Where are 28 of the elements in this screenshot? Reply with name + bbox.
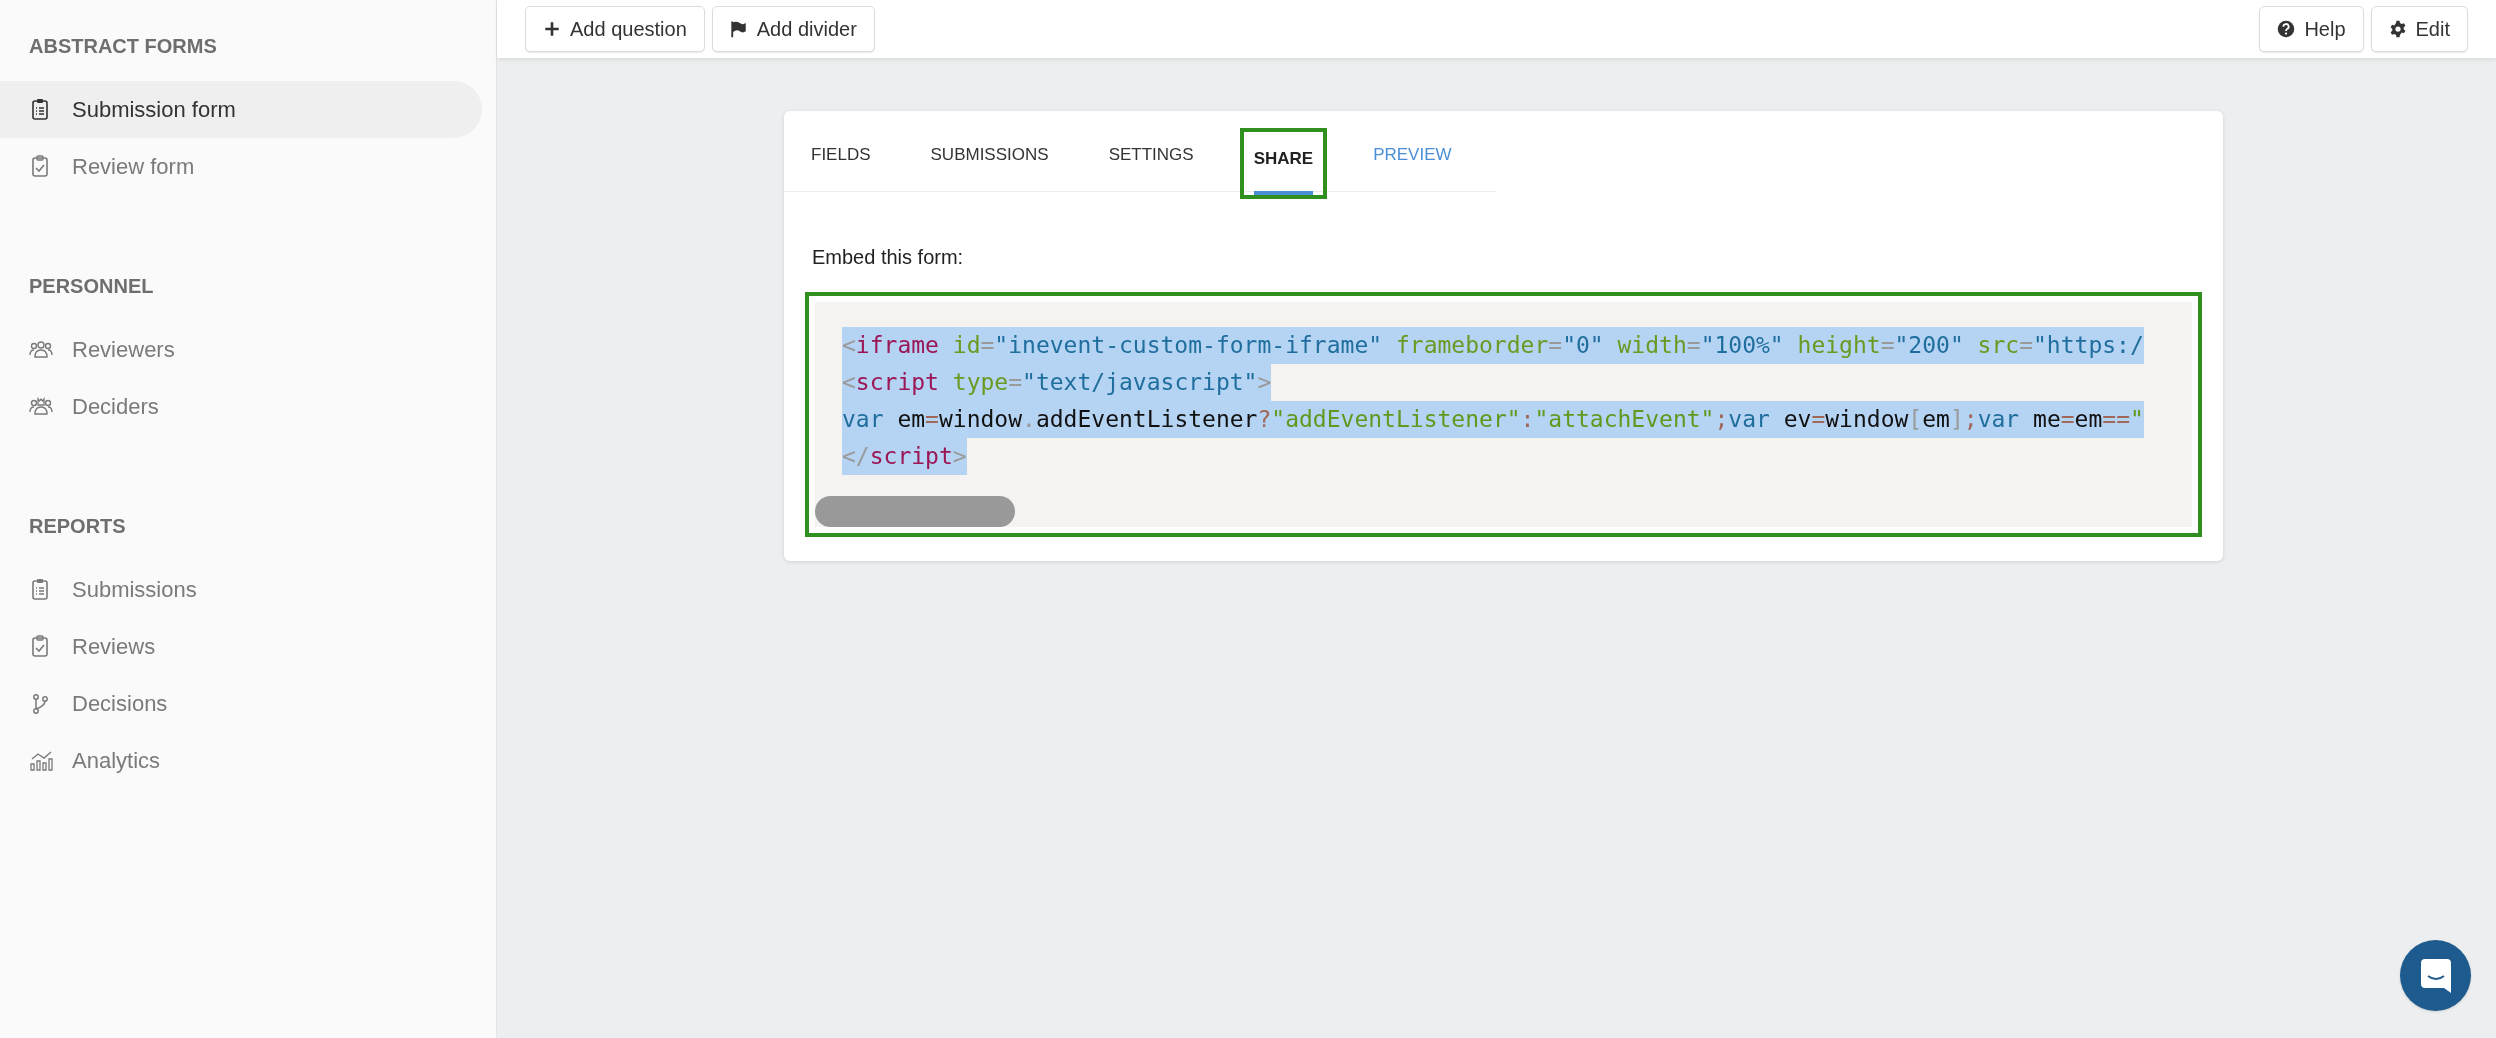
sidebar-item[interactable]: Reviewers [0, 321, 482, 378]
code-block[interactable] [815, 302, 2192, 527]
sidebar-item[interactable]: Decisions [0, 675, 482, 732]
help-icon [2277, 20, 2296, 38]
plus-icon [543, 20, 561, 38]
embed-label: Embed this form: [812, 245, 965, 270]
tab[interactable]: SUBMISSIONS [930, 141, 1049, 191]
tab[interactable]: FIELDS [811, 141, 871, 191]
sidebar-item[interactable]: Submissions [0, 561, 482, 618]
chat-bubble-icon [2420, 958, 2451, 993]
scrollbar-thumb[interactable] [815, 496, 1015, 527]
toolbar-button[interactable]: Add question [525, 6, 705, 52]
chat-button[interactable] [2400, 940, 2471, 1011]
toolbar-button[interactable]: Help [2259, 6, 2364, 52]
section-heading: REPORTS [28, 514, 127, 539]
sidebar-item[interactable]: Reviews [0, 618, 482, 675]
sidebar-item[interactable]: Submission form [0, 81, 482, 138]
tab[interactable]: SETTINGS [1108, 141, 1194, 191]
flag-icon [729, 20, 748, 38]
settings-icon [2388, 20, 2407, 38]
toolbar-button[interactable]: Edit [2370, 6, 2468, 52]
sidebar-item[interactable]: Review form [0, 138, 482, 195]
toolbar-button[interactable]: Add divider [711, 6, 875, 52]
bar-chart-icon [29, 748, 53, 773]
sidebar-item[interactable]: Deciders [0, 378, 482, 435]
section-heading: ABSTRACT FORMS [28, 34, 218, 59]
sidebar-item[interactable]: Analytics [0, 732, 482, 789]
section-heading: PERSONNEL [28, 274, 155, 299]
